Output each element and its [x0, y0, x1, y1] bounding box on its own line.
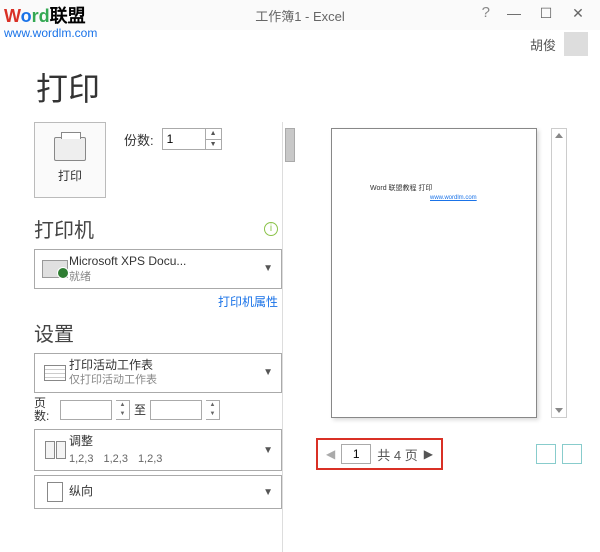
- user-name[interactable]: 胡俊: [530, 35, 556, 54]
- preview-scrollbar[interactable]: [551, 128, 567, 418]
- copies-input[interactable]: [163, 129, 205, 149]
- zoom-to-page-button[interactable]: [562, 444, 582, 464]
- help-icon[interactable]: ?: [482, 4, 490, 21]
- pages-label: 页数:: [34, 397, 56, 423]
- print-button[interactable]: 打印: [34, 122, 106, 198]
- print-what-dropdown[interactable]: 打印活动工作表 仅打印活动工作表 ▼: [34, 353, 282, 393]
- window-title: 工作簿1 - Excel: [255, 6, 345, 25]
- print-preview-page: Word 联盟教程 打印 www.wordlm.com: [331, 128, 537, 418]
- chevron-down-icon: ▼: [261, 445, 275, 456]
- page-title: 打印: [36, 64, 600, 110]
- show-margins-button[interactable]: [536, 444, 556, 464]
- printer-properties-link[interactable]: 打印机属性: [218, 295, 278, 309]
- copies-label: 份数:: [124, 130, 154, 149]
- avatar[interactable]: [564, 32, 588, 56]
- prev-page-button[interactable]: ◀: [326, 447, 335, 461]
- printer-section-header: 打印机 i: [34, 214, 282, 243]
- copies-up[interactable]: ▲: [206, 129, 221, 140]
- pages-from-input[interactable]: [60, 400, 112, 420]
- copies-down[interactable]: ▼: [206, 140, 221, 150]
- printer-device-icon: [42, 260, 68, 278]
- site-watermark: Word联盟 www.wordlm.com: [4, 2, 97, 40]
- printer-icon: [54, 137, 86, 161]
- orientation-dropdown[interactable]: 纵向 ▼: [34, 475, 282, 509]
- total-pages-label: 共 4 页: [377, 445, 417, 464]
- next-page-button[interactable]: ▶: [424, 447, 433, 461]
- minimize-button[interactable]: —: [500, 4, 528, 22]
- settings-scrollbar[interactable]: [282, 122, 298, 552]
- close-button[interactable]: ✕: [564, 4, 592, 22]
- settings-section-header: 设置: [34, 318, 282, 347]
- chevron-down-icon: ▼: [261, 367, 275, 378]
- info-icon[interactable]: i: [264, 222, 278, 236]
- copies-spinner[interactable]: ▲ ▼: [162, 128, 222, 150]
- worksheet-icon: [44, 365, 66, 381]
- printer-dropdown[interactable]: Microsoft XPS Docu... 就绪 ▼: [34, 249, 282, 289]
- page-nav-highlight: ◀ 共 4 页 ▶: [316, 438, 443, 470]
- current-page-input[interactable]: [341, 444, 371, 464]
- chevron-down-icon: ▼: [261, 487, 275, 498]
- pages-to-input[interactable]: [150, 400, 202, 420]
- chevron-down-icon: ▼: [261, 263, 275, 274]
- maximize-button[interactable]: ☐: [532, 4, 560, 22]
- collate-icon: [45, 441, 66, 459]
- collate-dropdown[interactable]: 调整 1,2,3 1,2,3 1,2,3 ▼: [34, 429, 282, 471]
- portrait-icon: [47, 482, 63, 502]
